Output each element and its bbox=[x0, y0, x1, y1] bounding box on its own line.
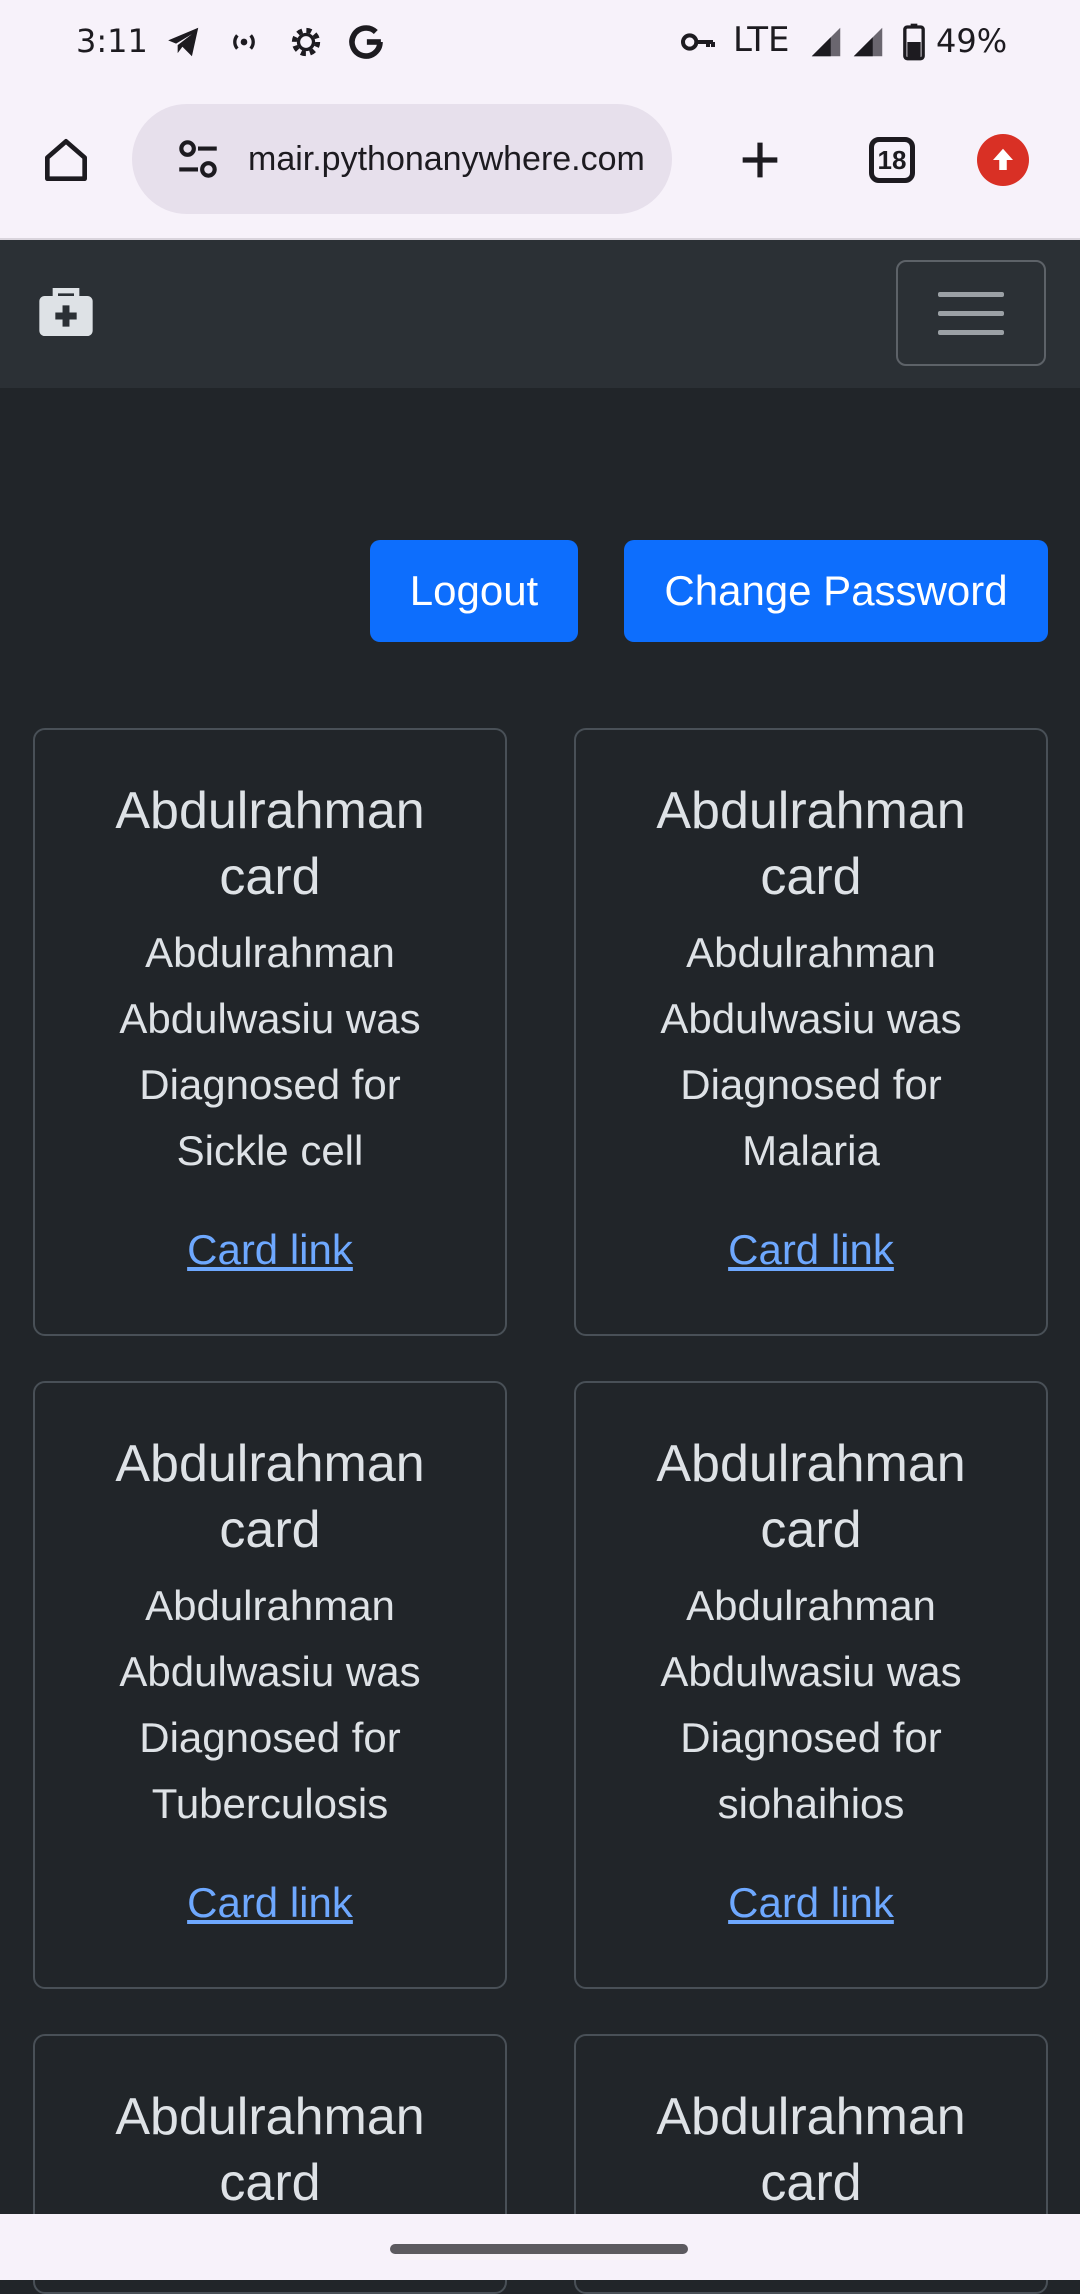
diagnosis-card: Abdulrahman card Abdulrahman Abdulwasiu … bbox=[574, 728, 1048, 1336]
navbar-toggler[interactable] bbox=[896, 260, 1046, 366]
tab-switcher-icon: 18 bbox=[869, 137, 915, 183]
card-link[interactable]: Card link bbox=[728, 1879, 894, 1927]
hamburger-icon bbox=[938, 291, 1004, 297]
card-link[interactable]: Card link bbox=[187, 1226, 353, 1274]
home-gesture-handle[interactable] bbox=[390, 2244, 688, 2254]
battery-icon bbox=[892, 20, 936, 64]
card-text: Abdulrahman Abdulwasiu was Diagnosed for… bbox=[660, 929, 962, 1174]
status-bar: 3:11 LTE 49% bbox=[0, 0, 1080, 88]
status-time: 3:11 bbox=[76, 22, 148, 60]
medical-briefcase-icon[interactable] bbox=[34, 280, 98, 344]
update-button[interactable] bbox=[963, 120, 1043, 200]
new-tab-button[interactable] bbox=[720, 120, 800, 200]
card-title: Abdulrahman card bbox=[656, 1435, 966, 1559]
card-link[interactable]: Card link bbox=[728, 1226, 894, 1274]
gesture-nav-area bbox=[0, 2214, 1080, 2280]
card-link[interactable]: Card link bbox=[187, 1879, 353, 1927]
url-text: mair.pythonanywhere.com bbox=[248, 139, 645, 178]
settings-icon bbox=[284, 20, 328, 64]
update-icon bbox=[977, 134, 1029, 186]
site-settings-icon[interactable] bbox=[172, 133, 224, 185]
hamburger-icon bbox=[938, 310, 1004, 316]
home-button[interactable] bbox=[26, 120, 106, 200]
address-bar[interactable]: mair.pythonanywhere.com bbox=[132, 104, 672, 214]
vpn-key-icon bbox=[676, 20, 720, 64]
card-text: Abdulrahman Abdulwasiu was Diagnosed for… bbox=[660, 1582, 962, 1827]
signal-icon bbox=[846, 20, 890, 64]
browser-toolbar: mair.pythonanywhere.com 18 bbox=[0, 88, 1080, 240]
diagnosis-card: Abdulrahman card Abdulrahman Abdulwasiu … bbox=[33, 1381, 507, 1989]
card-title: Abdulrahman card bbox=[115, 1435, 425, 1559]
signal-icon bbox=[804, 20, 848, 64]
network-type: LTE bbox=[733, 20, 790, 60]
card-title: Abdulrahman card bbox=[656, 782, 966, 906]
home-icon bbox=[45, 139, 87, 182]
tab-switcher-button[interactable]: 18 bbox=[852, 120, 932, 200]
new-tab-icon bbox=[742, 142, 778, 178]
change-password-button[interactable]: Change Password bbox=[624, 540, 1048, 642]
hamburger-icon bbox=[938, 329, 1004, 335]
site-navbar bbox=[0, 240, 1080, 388]
telegram-icon bbox=[162, 20, 206, 64]
battery-percent: 49% bbox=[936, 22, 1008, 60]
logout-button[interactable]: Logout bbox=[370, 540, 578, 642]
diagnosis-card: Abdulrahman card Abdulrahman Abdulwasiu … bbox=[33, 728, 507, 1336]
card-title: Abdulrahman card bbox=[115, 2088, 425, 2212]
diagnosis-card: Abdulrahman card Abdulrahman Abdulwasiu … bbox=[574, 1381, 1048, 1989]
card-title: Abdulrahman card bbox=[115, 782, 425, 906]
hotspot-icon bbox=[222, 20, 266, 64]
card-title: Abdulrahman card bbox=[656, 2088, 966, 2212]
card-text: Abdulrahman Abdulwasiu was Diagnosed for… bbox=[119, 929, 421, 1174]
card-text: Abdulrahman Abdulwasiu was Diagnosed for… bbox=[119, 1582, 421, 1827]
google-icon bbox=[344, 20, 388, 64]
